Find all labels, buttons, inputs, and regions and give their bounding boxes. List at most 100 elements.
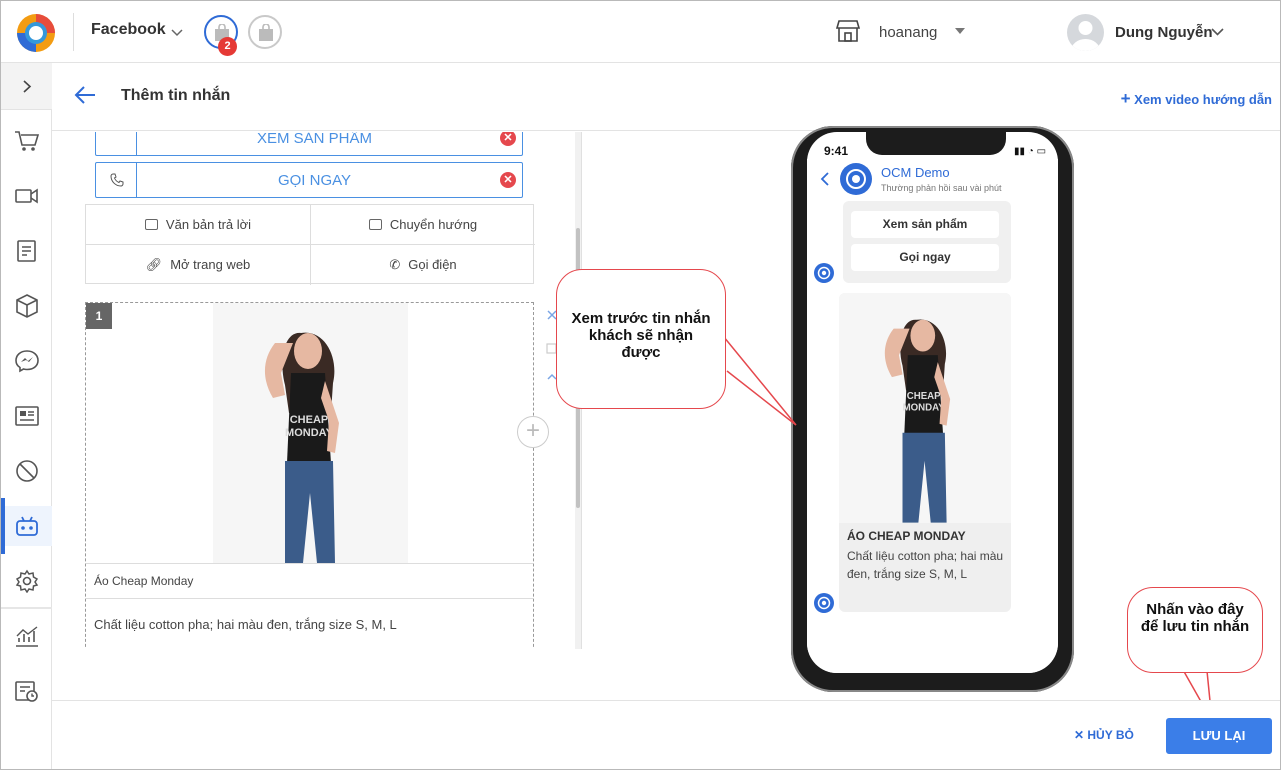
option-redirect[interactable]: Chuyển hướng: [311, 205, 535, 245]
sidebar-item-products[interactable]: [1, 286, 52, 326]
shop-name[interactable]: hoanang: [879, 24, 937, 41]
bot-avatar: [840, 163, 872, 195]
sidebar-item-chatbot[interactable]: [1, 498, 52, 554]
sidebar-item-blocked[interactable]: [1, 451, 52, 491]
sidebar-item-posts[interactable]: [1, 231, 52, 271]
status-time: 9:41: [824, 144, 849, 158]
cancel-button[interactable]: ✕ HỦY BỎ: [1074, 728, 1134, 742]
contact-card-icon: [15, 406, 39, 426]
card-subtitle-field[interactable]: Chất liệu cotton pha; hai màu đen, trắng…: [94, 617, 397, 632]
sidebar-item-settings[interactable]: [1, 561, 52, 601]
button-row-call-now[interactable]: GỌI NGAY ✕: [95, 162, 523, 198]
message-icon: [144, 219, 158, 230]
button-type-options: Văn bản trả lời Chuyển hướng 🔗︎ Mở trang …: [85, 204, 535, 285]
notification-badge: 2: [218, 37, 237, 56]
sidebar: [1, 63, 52, 769]
shirt-text: MONDAY: [285, 427, 334, 439]
shirt-text: CHEAP: [290, 414, 329, 426]
close-icon: ✕: [1074, 728, 1088, 742]
card-title: Áo Cheap Monday: [94, 574, 194, 588]
preview-quick-button[interactable]: Gọi ngay: [851, 244, 999, 271]
card-title-field[interactable]: Áo Cheap Monday: [86, 563, 533, 599]
preview-callout: Xem trước tin nhắn khách sẽ nhận được: [556, 269, 726, 409]
caret-down-icon[interactable]: [955, 28, 965, 36]
store-icon: [835, 20, 861, 42]
guide-video-label: Xem video hướng dẫn: [1134, 92, 1272, 107]
cancel-label: HỦY BỎ: [1087, 728, 1134, 742]
box-icon: [16, 294, 38, 318]
sidebar-item-customers[interactable]: [1, 396, 52, 436]
chevron-left-icon[interactable]: [820, 172, 829, 186]
button-icon-cell: [96, 132, 137, 155]
phone-icon: ✆: [389, 257, 401, 272]
sidebar-toggle-button[interactable]: [1, 63, 52, 110]
preview-card-title: ÁO CHEAP MONDAY: [847, 529, 966, 543]
channel-selector[interactable]: Facebook: [91, 21, 183, 39]
option-label: Mở trang web: [170, 257, 251, 272]
button-label[interactable]: XEM SẢN PHẨM: [137, 132, 492, 147]
page-title: Thêm tin nhắn: [121, 87, 231, 104]
shirt-text: CHEAP: [907, 391, 941, 402]
save-button[interactable]: LƯU LẠI: [1166, 718, 1272, 754]
cart-icon: [15, 131, 40, 151]
option-label: Chuyển hướng: [389, 217, 478, 232]
sidebar-item-reports[interactable]: [1, 616, 52, 656]
preview-card-subtitle: Chất liệu cotton pha; hai màu đen, trắng…: [847, 549, 1004, 581]
status-icons: ▮▮ ◔ ▭: [1014, 146, 1047, 157]
product-image[interactable]: CHEAP MONDAY: [213, 303, 408, 563]
phone-icon: [110, 173, 124, 187]
app-logo-icon[interactable]: [15, 12, 57, 54]
product-card-editor: 1 CHEAP MONDAY Áo Cheap Monday Chất liệu…: [85, 302, 534, 649]
guide-video-link[interactable]: + Xem video hướng dẫn: [1121, 89, 1272, 109]
sidebar-item-history[interactable]: [1, 671, 52, 711]
user-avatar[interactable]: [1067, 14, 1104, 51]
app-window: Facebook 2 hoanang Dung Nguyễn Thêm tin …: [0, 0, 1281, 770]
save-callout: Nhấn vào đây để lưu tin nhắn: [1127, 587, 1263, 673]
shop-bag-button[interactable]: [248, 15, 282, 49]
add-card-button[interactable]: +: [517, 416, 549, 448]
option-label: Gọi điện: [408, 257, 457, 272]
sidebar-item-orders[interactable]: [1, 121, 52, 161]
page-header: Thêm tin nhắn + Xem video hướng dẫn: [52, 63, 1280, 131]
chevron-right-icon: [23, 80, 32, 93]
chart-icon: [16, 626, 38, 647]
chevron-down-icon[interactable]: [1211, 27, 1224, 37]
chevron-down-icon: [171, 29, 183, 37]
gear-icon: [15, 569, 39, 593]
divider: [73, 13, 74, 51]
button-label[interactable]: GỌI NGAY: [137, 172, 492, 189]
bot-name: OCM Demo: [881, 165, 950, 180]
button-row-view-product[interactable]: XEM SẢN PHẨM ✕: [95, 132, 523, 156]
plus-icon: +: [1120, 89, 1131, 108]
option-text-reply[interactable]: Văn bản trả lời: [86, 205, 310, 245]
top-bar: Facebook 2 hoanang Dung Nguyễn: [1, 1, 1280, 63]
option-call[interactable]: ✆ Gọi điện: [311, 245, 535, 285]
shopping-bag-icon: [259, 24, 273, 41]
video-camera-icon: [15, 188, 38, 204]
document-icon: [17, 240, 36, 262]
option-open-web[interactable]: 🔗︎ Mở trang web: [86, 245, 310, 285]
sidebar-item-live[interactable]: [1, 176, 52, 216]
user-name[interactable]: Dung Nguyễn: [1115, 24, 1213, 41]
preview-quick-button[interactable]: Xem sản phẩm: [851, 211, 999, 238]
button-icon-cell: [96, 163, 137, 197]
sidebar-item-messenger[interactable]: [1, 341, 52, 381]
sidebar-divider: [1, 607, 52, 609]
redirect-icon: [368, 219, 382, 230]
preview-product-image: CHEAP MONDAY: [839, 293, 1011, 523]
messenger-icon: [15, 350, 39, 373]
card-index: 1: [86, 303, 112, 329]
bot-avatar-small: [814, 263, 834, 283]
shirt-text: MONDAY: [903, 403, 946, 414]
bot-avatar-small: [814, 593, 834, 613]
block-icon: [16, 460, 38, 482]
option-label: Văn bản trả lời: [165, 217, 252, 232]
bot-status: Thường phản hồi sau vài phút: [881, 183, 1002, 193]
delete-icon[interactable]: ✕: [500, 172, 516, 188]
back-arrow-icon[interactable]: [74, 85, 96, 105]
link-icon: 🔗︎: [145, 257, 163, 272]
calendar-clock-icon: [15, 681, 38, 702]
message-editor: XEM SẢN PHẨM ✕ GỌI NGAY ✕ Văn bản trả lờ…: [52, 132, 582, 649]
delete-icon[interactable]: ✕: [500, 132, 516, 146]
channel-label: Facebook: [91, 21, 166, 38]
